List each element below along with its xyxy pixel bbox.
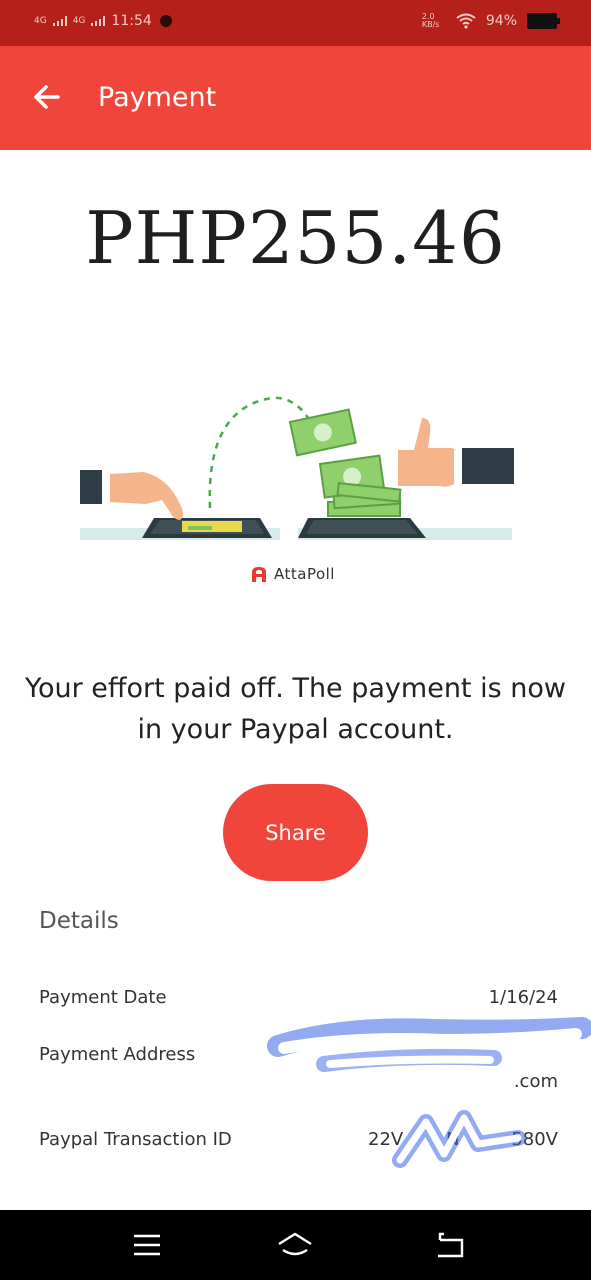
menu-button[interactable]: [128, 1228, 168, 1262]
page-title: Payment: [98, 82, 217, 113]
arrow-left-icon: [34, 85, 60, 109]
left-hand-icon: [80, 470, 183, 520]
payment-illustration: [80, 396, 514, 540]
payment-date-label: Payment Date: [39, 987, 167, 1008]
transaction-redaction-scribble: [392, 1110, 526, 1168]
wifi-icon: [456, 13, 476, 29]
signal-1-icon: [52, 16, 67, 26]
payment-address-label: Payment Address: [39, 1044, 196, 1065]
nav-back-button[interactable]: [430, 1228, 470, 1262]
battery-icon: [527, 13, 560, 29]
share-button[interactable]: Share: [223, 784, 368, 881]
payment-date-value: 1/16/24: [488, 987, 558, 1008]
signal-2-label: 4G: [72, 15, 86, 26]
network-speed: 2.0 KB/s: [421, 12, 440, 29]
battery-percent: 94%: [485, 13, 517, 29]
thumbs-up-icon: [398, 418, 514, 487]
details-heading: Details: [39, 908, 119, 934]
home-icon: [278, 1232, 312, 1256]
menu-icon: [134, 1234, 160, 1256]
left-phone-icon: [142, 518, 272, 538]
signal-2-icon: [91, 16, 106, 26]
app-bar: Payment: [0, 46, 591, 150]
signal-1-label: 4G: [34, 15, 47, 26]
system-nav-bar: [0, 1210, 591, 1280]
status-time: 11:54: [111, 13, 152, 29]
status-bar: 4G 4G 11:54 2.0 KB/s 94%: [0, 0, 591, 46]
flying-money-icon: [288, 408, 386, 499]
back-icon: [438, 1232, 464, 1258]
money-stack-icon: [327, 482, 402, 517]
notification-icon: [159, 15, 172, 27]
success-message: Your effort paid off. The payment is now…: [25, 673, 566, 745]
payment-amount: PHP255.46: [85, 196, 506, 280]
address-redaction-scribble: [267, 1017, 591, 1072]
back-button[interactable]: [30, 80, 64, 114]
attapoll-logo-icon: [252, 567, 266, 582]
transaction-id-label: Paypal Transaction ID: [39, 1129, 232, 1150]
brand-name: AttaPoll: [274, 565, 335, 583]
home-button[interactable]: [275, 1228, 315, 1262]
brand-logo: AttaPoll: [250, 565, 335, 583]
status-right: 2.0 KB/s 94%: [421, 12, 560, 29]
right-phone-icon: [298, 518, 426, 538]
status-left: 4G 4G 11:54: [34, 13, 174, 29]
